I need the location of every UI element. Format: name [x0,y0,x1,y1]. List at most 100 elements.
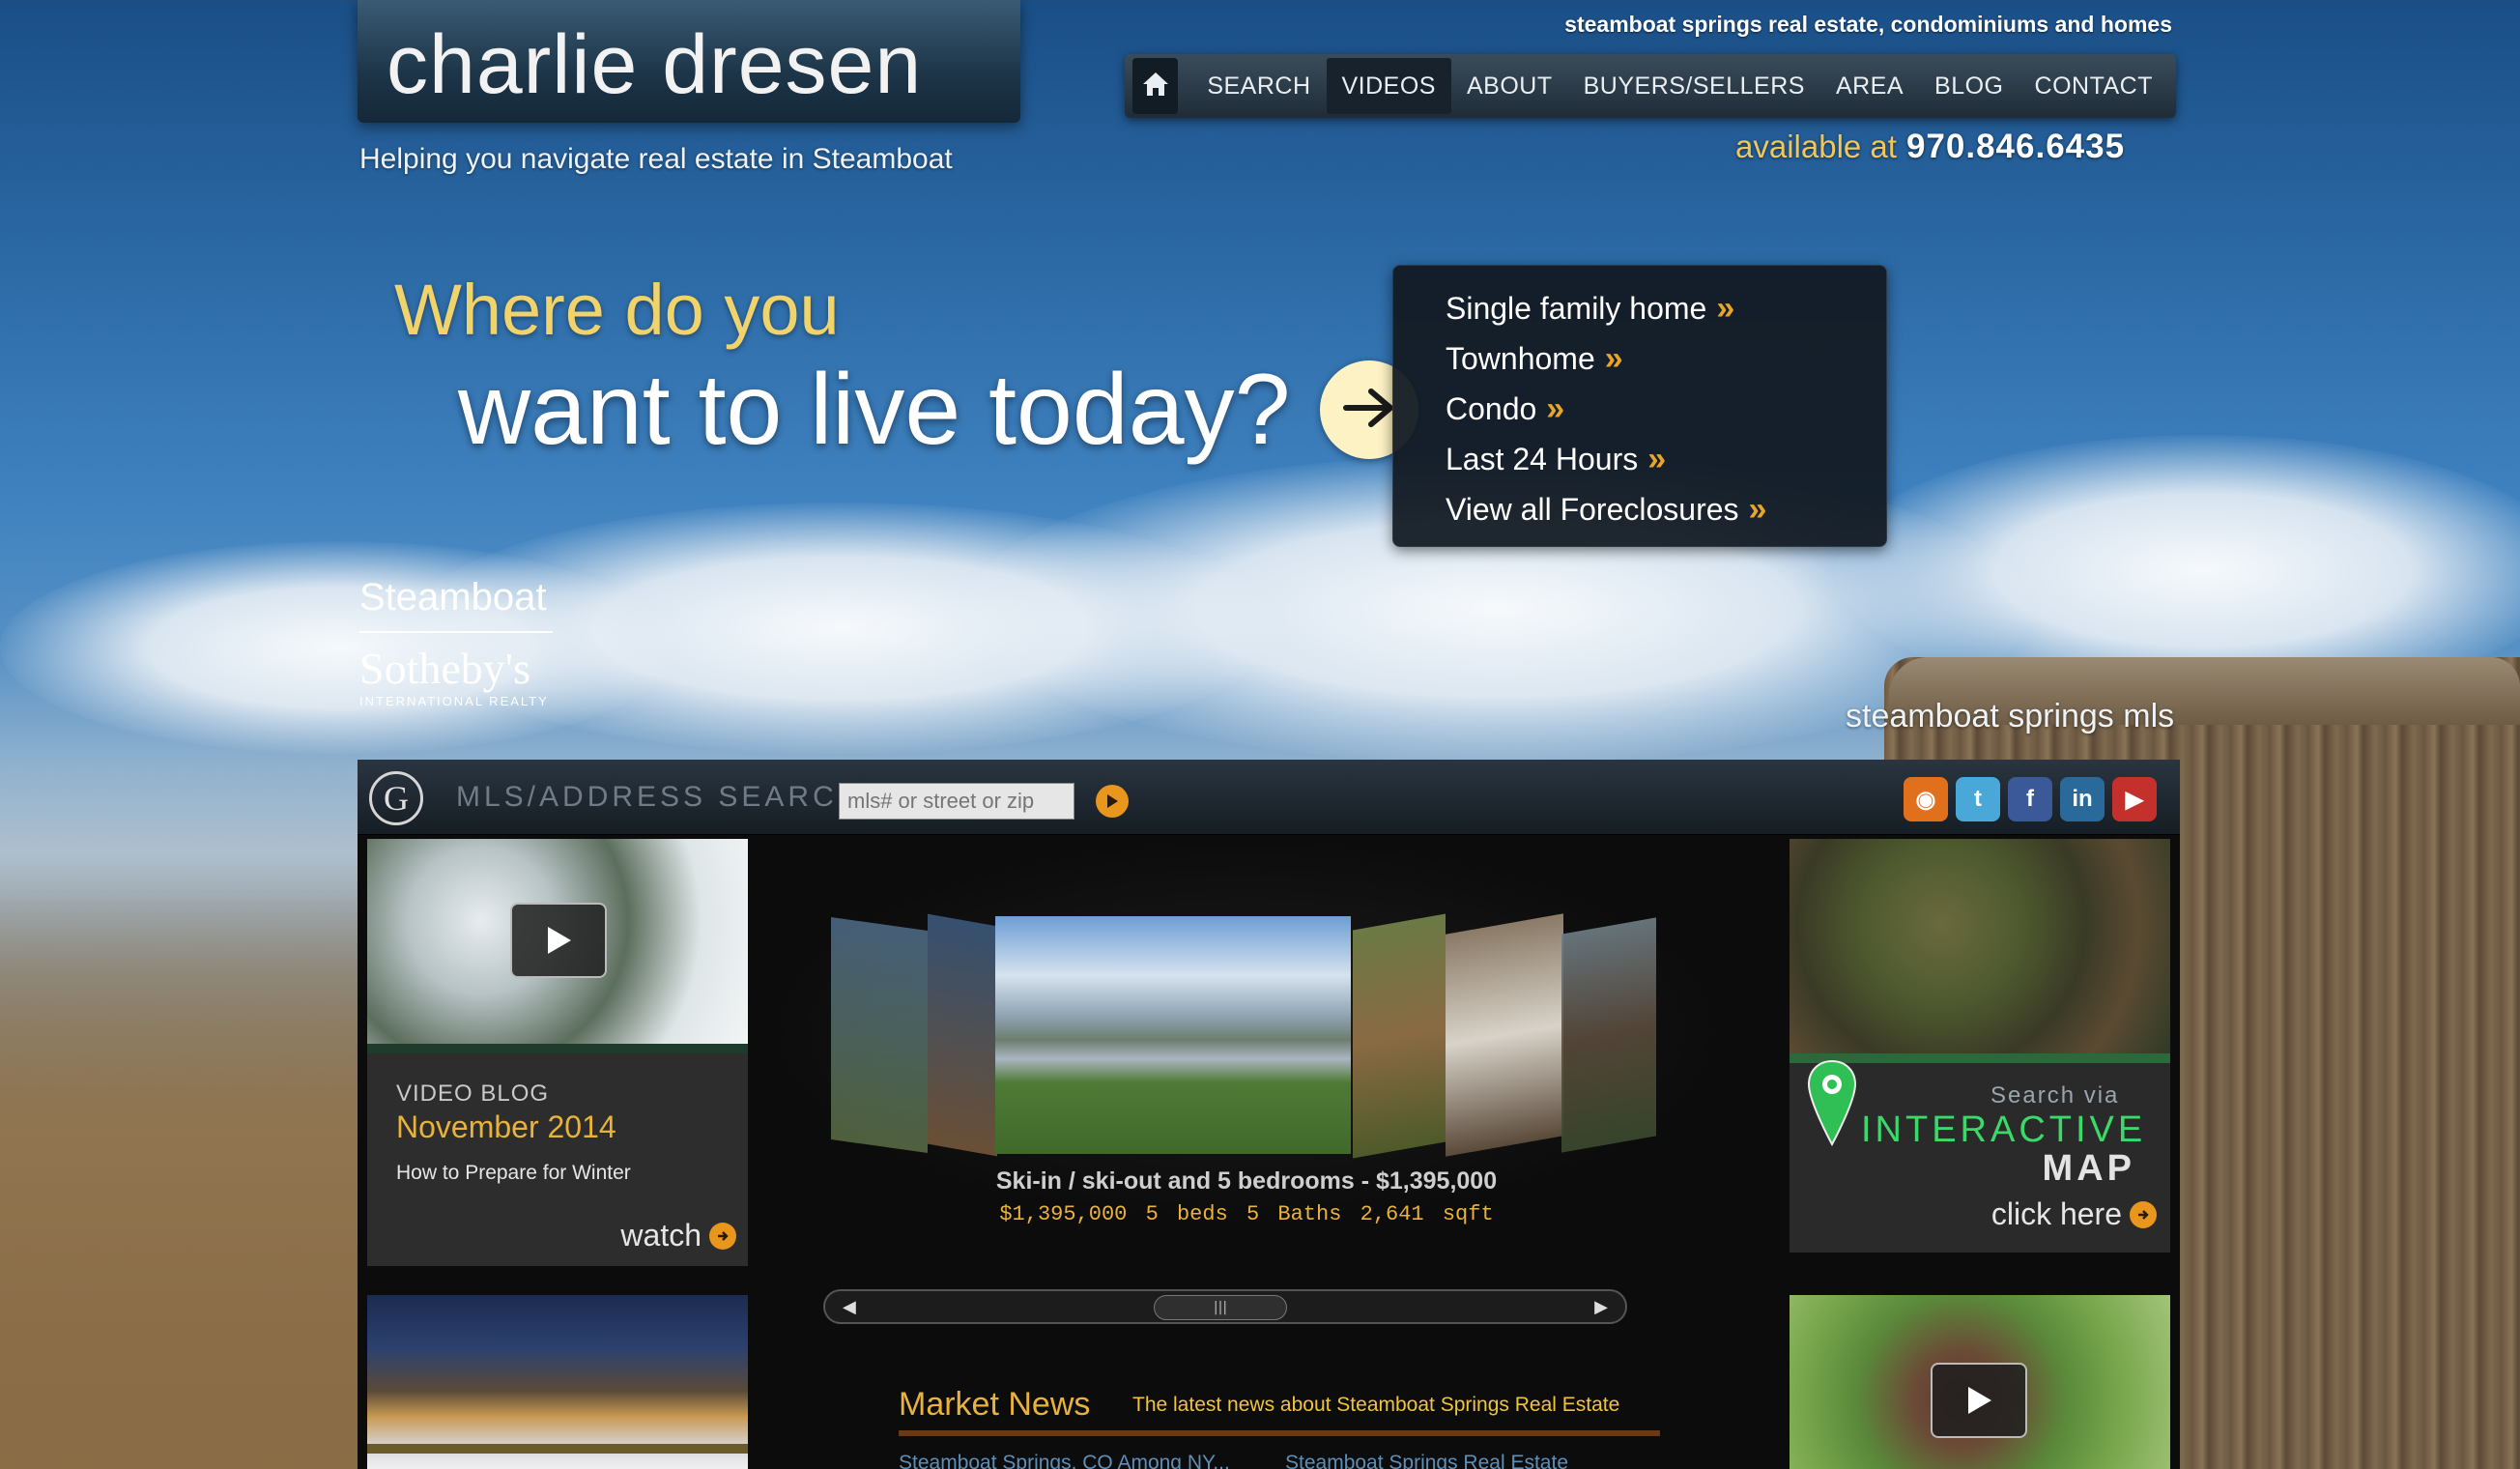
mls-search-bar: G MLS/ADDRESS SEARCH ◉ t f in ▶ [358,760,2180,835]
carousel-slide[interactable] [831,916,928,1154]
play-icon [1968,1387,1991,1414]
sothebys-logo[interactable]: Steamboat Sotheby's INTERNATIONAL REALTY [359,576,553,708]
nav-item-contact[interactable]: CONTACT [2019,58,2168,114]
search-submit-button[interactable] [1096,785,1129,818]
market-news-divider [899,1430,1660,1436]
menu-item-townhome[interactable]: Townhome» [1446,333,1886,384]
town-thumbnail[interactable] [367,1295,748,1469]
chevron-right-icon: » [1748,490,1767,528]
header-tagline-top: steamboat springs real estate, condomini… [1564,12,2172,37]
listing-baths: 5 Baths [1246,1202,1342,1226]
carousel-slide[interactable] [1353,913,1446,1159]
menu-item-last-24-hours[interactable]: Last 24 Hours» [1446,434,1886,484]
carousel-slide[interactable] [928,913,997,1157]
menu-item-foreclosures[interactable]: View all Foreclosures» [1446,484,1886,534]
listing-price: $1,395,000 [999,1202,1128,1226]
chevron-right-icon: » [1604,339,1623,377]
sothebys-line1: Steamboat [359,576,547,619]
market-news-title: Market News [899,1386,1091,1423]
map-map-label: MAP [2042,1148,2135,1189]
home-icon [1141,71,1170,101]
property-type-menu: Single family home» Townhome» Condo» Las… [1392,265,1887,547]
town-thumbnail-strip [367,1444,748,1454]
listing-title[interactable]: Ski-in / ski-out and 5 bedrooms - $1,395… [899,1167,1594,1195]
menu-item-label: Single family home [1446,290,1707,326]
arrow-right-icon [709,1222,736,1250]
carousel-slide[interactable] [1561,917,1656,1153]
menu-item-single-family[interactable]: Single family home» [1446,283,1886,333]
chevron-right-icon: » [1716,289,1734,327]
news-link[interactable]: Steamboat Springs Real Estate [1285,1452,1568,1469]
scroll-left-icon[interactable]: ◀ [843,1297,856,1317]
linkedin-icon: in [2072,786,2093,812]
nav-home-button[interactable] [1132,58,1179,114]
video-blog-card[interactable]: VIDEO BLOG November 2014 How to Prepare … [367,839,748,1266]
nav-item-buyers-sellers[interactable]: BUYERS/SELLERS [1568,58,1820,114]
arrow-right-icon [2130,1200,2157,1228]
available-label: available at [1735,129,1897,164]
rss-icon: ◉ [1915,786,1936,813]
video-blog-date: November 2014 [396,1109,616,1144]
nav-item-videos[interactable]: VIDEOS [1326,58,1451,114]
aerial-play-button[interactable] [1931,1363,2027,1438]
nav-item-search[interactable]: SEARCH [1191,58,1326,114]
carousel-slide-active[interactable] [995,916,1351,1154]
carousel-slide[interactable] [1446,913,1563,1157]
map-interactive-label: INTERACTIVE [1861,1109,2147,1150]
social-linkedin-button[interactable]: in [2060,777,2105,821]
availability: available at 970.846.6435 [1735,128,2125,166]
sothebys-divider [359,631,553,633]
menu-item-condo[interactable]: Condo» [1446,384,1886,434]
main-panel: G MLS/ADDRESS SEARCH ◉ t f in ▶ VIDEO BL… [358,760,2180,1469]
hero-headline-line1: Where do you [394,270,840,350]
social-youtube-button[interactable]: ▶ [2112,777,2157,821]
social-facebook-button[interactable]: f [2008,777,2052,821]
nav-item-blog[interactable]: BLOG [1919,58,2019,114]
mls-search-input[interactable] [839,783,1074,820]
play-icon [548,927,571,954]
carousel-scrollbar[interactable]: ◀ ||| ▶ [823,1289,1627,1324]
social-twitter-button[interactable]: t [1956,777,2000,821]
hero-headline-line2: want to live today? [458,354,1291,466]
hills-decoration [0,889,387,1469]
video-play-button[interactable] [510,903,607,978]
video-blog-title: How to Prepare for Winter [396,1162,631,1184]
menu-item-label: View all Foreclosures [1446,491,1739,527]
market-news-subtitle: The latest news about Steamboat Springs … [1132,1394,1620,1416]
phone-number[interactable]: 970.846.6435 [1906,128,2125,165]
chevron-right-icon: » [1647,440,1666,477]
video-blog-label: VIDEO BLOG [396,1080,550,1107]
interactive-map-card[interactable]: Search via INTERACTIVE MAP click here [1790,839,2170,1253]
logo-text: charlie dresen [387,18,923,111]
watch-link[interactable]: watch [620,1218,736,1253]
play-arrow-icon [1107,794,1118,808]
click-here-label: click here [1990,1196,2122,1231]
youtube-icon: ▶ [2125,786,2144,813]
news-link[interactable]: Steamboat Springs, CO Among NY... [899,1452,1230,1469]
main-nav: SEARCH VIDEOS ABOUT BUYERS/SELLERS AREA … [1125,54,2176,118]
map-thumbnail [1790,839,2170,1053]
map-click-here-link[interactable]: click here [1991,1196,2157,1232]
mls-label: steamboat springs mls [1846,698,2175,734]
g-logo-icon: G [369,771,423,825]
nav-item-area[interactable]: AREA [1820,58,1919,114]
nav-item-about[interactable]: ABOUT [1451,58,1568,114]
menu-item-label: Townhome [1446,340,1595,376]
chevron-right-icon: » [1546,389,1564,427]
card-divider [367,1044,748,1053]
listing-meta: $1,395,000 5 beds 5 Baths 2,641 sqft [899,1202,1594,1226]
facebook-icon: f [2026,786,2034,812]
sothebys-line2: Sotheby's [359,644,530,693]
site-logo[interactable]: charlie dresen [358,0,1020,123]
social-rss-button[interactable]: ◉ [1904,777,1948,821]
sothebys-line3: INTERNATIONAL REALTY [359,694,549,708]
search-label: MLS/ADDRESS SEARCH [456,781,863,813]
arrow-right-icon [1340,384,1398,436]
map-pin-icon [1807,1059,1857,1146]
menu-item-label: Last 24 Hours [1446,441,1639,476]
map-search-label: Search via [1990,1082,2120,1109]
scroll-right-icon[interactable]: ▶ [1594,1297,1608,1317]
listing-beds: 5 beds [1145,1202,1228,1226]
twitter-icon: t [1974,786,1982,812]
scrollbar-thumb[interactable]: ||| [1154,1295,1287,1320]
